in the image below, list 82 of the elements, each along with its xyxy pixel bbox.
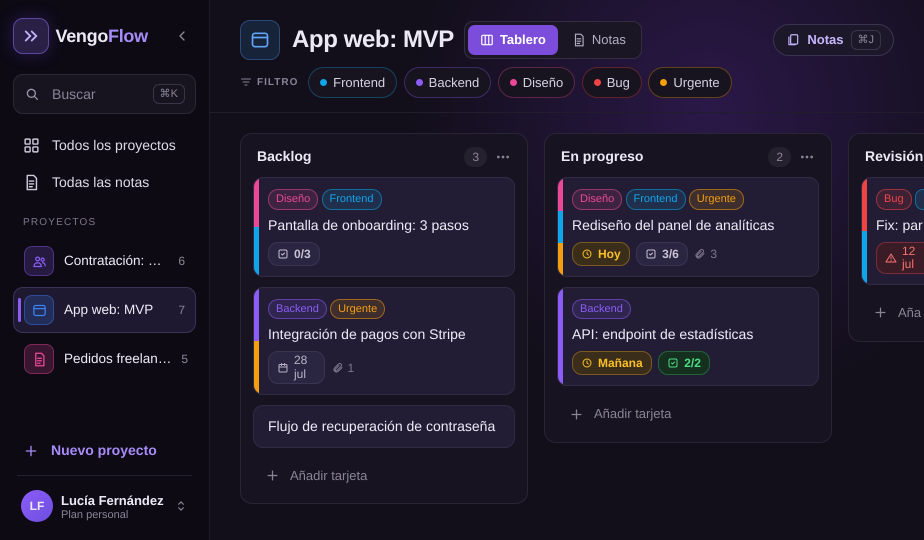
tag: Backend xyxy=(572,298,631,320)
clock-icon xyxy=(581,357,593,370)
paperclip-icon xyxy=(332,362,344,374)
search-input[interactable]: Buscar xyxy=(50,82,143,106)
task-card[interactable]: Flujo de recuperación de contraseña xyxy=(253,404,515,448)
plus-icon xyxy=(23,442,39,458)
tag: Frontend xyxy=(626,189,686,210)
clock-icon xyxy=(581,248,593,260)
checklist-progress: 0/3 xyxy=(268,242,320,266)
calendar-icon xyxy=(277,362,289,374)
project-item[interactable]: Pedidos freelan… 5 xyxy=(13,336,196,382)
filter-icon xyxy=(240,76,252,88)
card-count: 2 xyxy=(768,146,791,166)
filter-chip[interactable]: Bug xyxy=(582,66,642,98)
project-item[interactable]: Contratación: … 6 xyxy=(13,238,196,284)
tag: Frontend xyxy=(322,189,382,210)
add-card-button[interactable]: Añadir tarjeta xyxy=(557,396,684,432)
checkbox-icon xyxy=(277,248,289,260)
project-item[interactable]: App web: MVP 7 xyxy=(13,287,196,333)
card-title: Integración de pagos con Stripe xyxy=(268,325,467,344)
task-card[interactable]: Backend API: endpoint de estadísticas Mañana 2/2 xyxy=(557,286,819,386)
column-title: En progreso xyxy=(561,147,644,166)
due-date: 28 jul xyxy=(268,351,325,384)
filter-chip[interactable]: Backend xyxy=(404,66,492,98)
checkbox-icon xyxy=(667,357,680,370)
add-card-button[interactable]: Aña xyxy=(861,295,924,331)
plan-label: Plan personal xyxy=(61,510,130,522)
search-field[interactable]: Buscar ⌘K xyxy=(13,74,196,114)
card-title: Rediseño del panel de analíticas xyxy=(572,216,776,234)
card-title: Fix: par xyxy=(876,216,924,234)
filter-chip[interactable]: Frontend xyxy=(308,66,398,98)
logo-icon[interactable] xyxy=(13,18,49,54)
attachment-count: 3 xyxy=(694,244,718,263)
copy-icon xyxy=(786,33,800,47)
overdue-date: 12 jul xyxy=(876,242,924,274)
card-title: Flujo de recuperación de contraseña xyxy=(268,416,496,435)
plus-icon xyxy=(569,406,584,422)
nav-link[interactable]: Todas las notas xyxy=(52,172,150,193)
add-card-button[interactable]: Añadir tarjeta xyxy=(253,458,380,494)
tag: Diseño xyxy=(268,189,318,210)
view-tab[interactable]: Notas xyxy=(560,25,638,55)
tag: Diseño xyxy=(572,189,622,210)
checkbox-icon xyxy=(645,248,658,260)
shortcut-hint: ⌘K xyxy=(152,84,185,104)
tag: Urgente xyxy=(688,189,744,210)
checklist-progress: 3/6 xyxy=(636,242,688,266)
columns-icon xyxy=(480,33,494,47)
task-card[interactable]: Bug Fix: par 12 jul xyxy=(861,177,924,286)
section-label: PROYECTOS xyxy=(22,216,98,230)
plus-icon xyxy=(873,305,888,320)
brand-name: VengoFlow xyxy=(56,24,148,48)
filter-chip[interactable]: Diseño xyxy=(498,66,576,98)
tag: Urgente xyxy=(330,298,386,320)
card-title: Pantalla de onboarding: 3 pasos xyxy=(268,216,470,234)
page-title: App web: MVP xyxy=(292,25,454,55)
notes-button[interactable]: Notas ⌘J xyxy=(773,24,894,56)
attachment-count: 1 xyxy=(332,358,354,377)
filter-label: FILTRO xyxy=(257,76,298,90)
user-avatar: LF xyxy=(21,490,53,522)
card-title: API: endpoint de estadísticas xyxy=(572,325,754,344)
task-card[interactable]: Diseño Frontend Urgente Rediseño del panel de analíticas Hoy 3/6 3 xyxy=(557,177,819,277)
plus-icon xyxy=(265,468,280,484)
tag: Bug xyxy=(876,189,912,210)
task-card[interactable]: Backend Urgente Integración de pagos con Stripe 28 jul 1 xyxy=(253,286,515,395)
checklist-progress: 2/2 xyxy=(658,351,710,376)
new-project-link[interactable]: Nuevo proyecto xyxy=(13,432,196,469)
column-title: Backlog xyxy=(257,147,312,166)
view-tab[interactable]: Tablero xyxy=(468,25,558,55)
card-count: 3 xyxy=(464,146,487,166)
warning-icon xyxy=(885,252,897,264)
browser-window-icon xyxy=(250,30,270,50)
nav-link[interactable]: Todos los proyectos xyxy=(52,135,176,156)
filter-chip[interactable]: Urgente xyxy=(648,66,732,98)
due-date: Hoy xyxy=(572,242,630,266)
user-name: Lucía Fernández xyxy=(61,492,164,510)
tag: Backend xyxy=(268,298,327,320)
grid-icon xyxy=(23,137,40,154)
paperclip-icon xyxy=(694,248,706,260)
column-title: Revisión xyxy=(865,147,924,166)
due-date: Mañana xyxy=(572,351,652,376)
task-card[interactable]: Diseño Frontend Pantalla de onboarding: 3 pasos 0/3 xyxy=(253,177,515,277)
search-icon xyxy=(24,86,40,102)
